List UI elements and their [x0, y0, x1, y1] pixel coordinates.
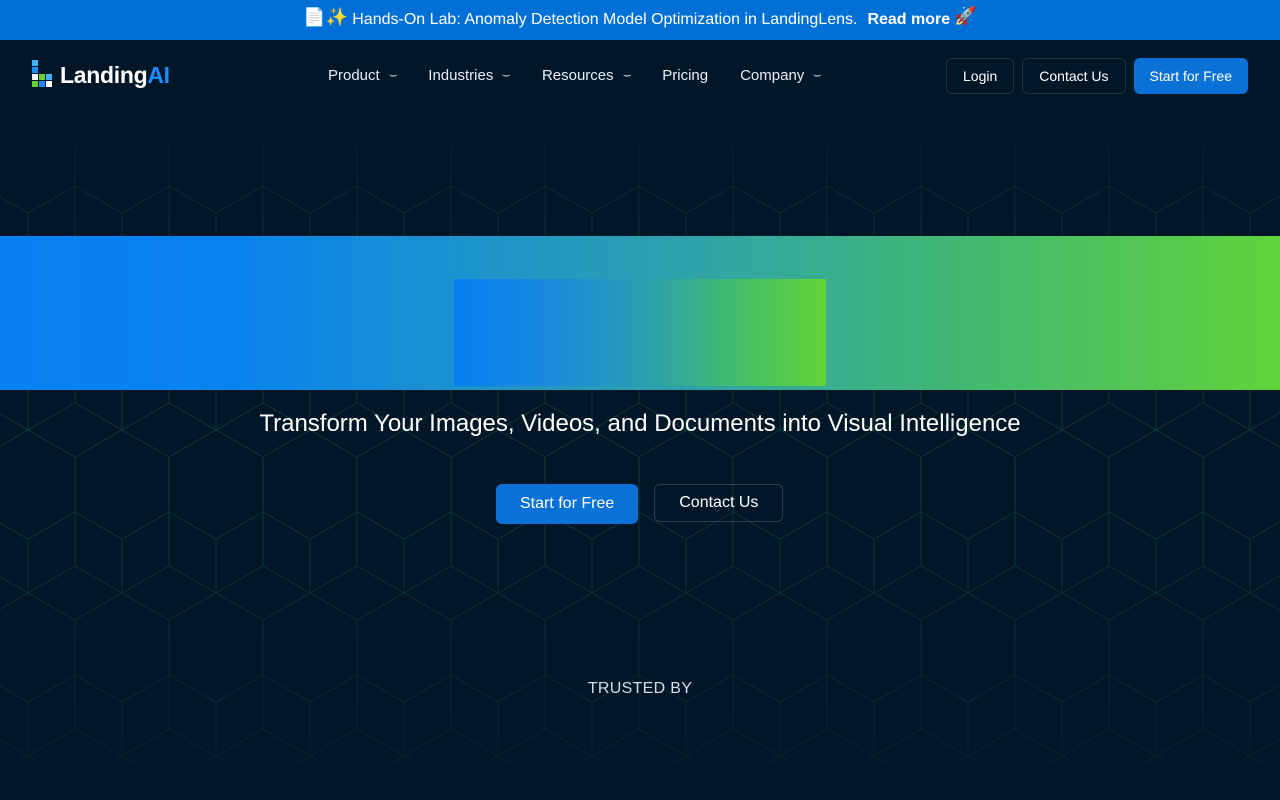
logo-cube-icon [32, 60, 52, 87]
announcement-text: Hands-On Lab: Anomaly Detection Model Op… [352, 11, 858, 28]
chevron-down-icon: ⌣ [812, 69, 823, 81]
logo-wordmark: LandingAI [60, 62, 170, 89]
nav-product[interactable]: Product ⌣ [328, 66, 398, 84]
rocket-icon: 🚀 [954, 5, 977, 26]
start-for-free-button[interactable]: Start for Free [1133, 58, 1248, 94]
hero-gradient-block [454, 279, 826, 386]
nav-pricing[interactable]: Pricing [662, 67, 708, 84]
login-button[interactable]: Login [946, 58, 1015, 94]
main-menu: Product ⌣ Industries ⌣ Resources ⌣ Prici… [328, 40, 853, 110]
contact-us-button[interactable]: Contact Us [1022, 58, 1126, 94]
nav-company[interactable]: Company ⌣ [740, 66, 823, 84]
hero-contact-us-button[interactable]: Contact Us [654, 484, 784, 522]
nav-company-label: Company [740, 66, 805, 84]
trusted-by-label: TRUSTED BY [587, 680, 693, 697]
nav-pricing-label: Pricing [662, 66, 709, 84]
nav-industries[interactable]: Industries ⌣ [428, 66, 512, 84]
hero-cta-group: Start for Free Contact Us [496, 484, 784, 524]
chevron-down-icon: ⌣ [502, 69, 512, 81]
chevron-down-icon: ⌣ [388, 69, 398, 81]
nav-actions: Login Contact Us Start for Free [946, 58, 1248, 94]
document-sparkle-icon: 📄✨ [303, 6, 349, 27]
chevron-down-icon: ⌣ [622, 69, 632, 81]
nav-resources[interactable]: Resources ⌣ [541, 66, 632, 84]
nav-industries-label: Industries [428, 66, 494, 84]
logo-word: Landing [60, 61, 148, 88]
landingai-logo[interactable]: LandingAI [31, 60, 170, 90]
logo-word-accent: AI [147, 61, 170, 88]
announcement-bar: 📄✨ Hands-On Lab: Anomaly Detection Model… [0, 0, 1280, 40]
nav-product-label: Product [328, 66, 380, 84]
hero-headline: Transform Your Images, Videos, and Docum… [259, 410, 1021, 437]
top-navigation: LandingAI Product ⌣ Industries ⌣ Resourc… [0, 40, 1280, 110]
read-more-link[interactable]: Read more [867, 11, 950, 29]
nav-resources-label: Resources [541, 66, 614, 84]
hero-start-for-free-button[interactable]: Start for Free [496, 484, 639, 524]
